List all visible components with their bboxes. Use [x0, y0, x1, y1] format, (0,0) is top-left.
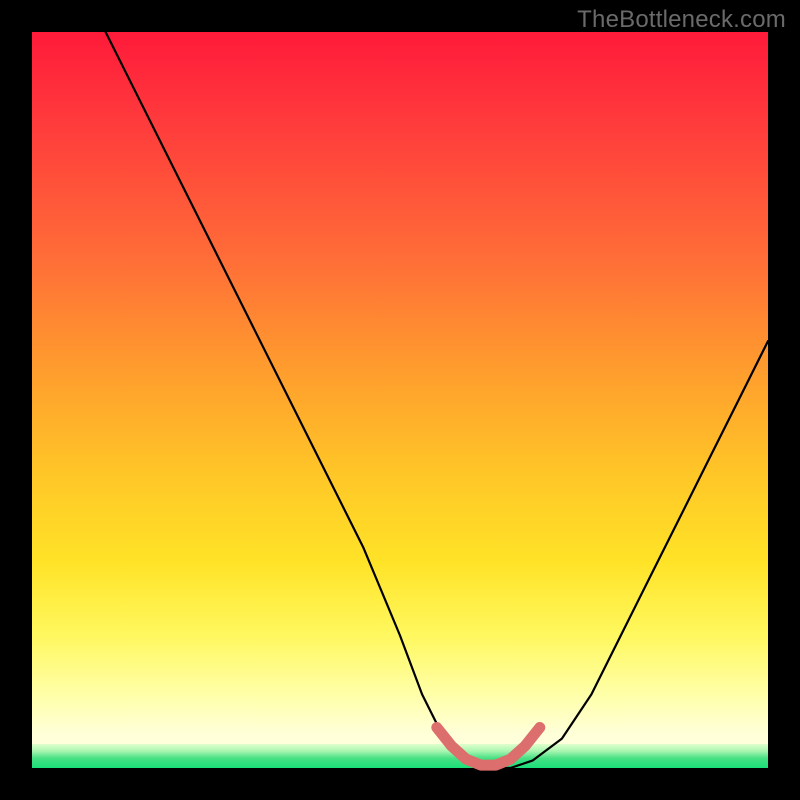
chart-frame: TheBottleneck.com — [0, 0, 800, 800]
plot-area — [32, 32, 768, 768]
bottleneck-curve-path — [106, 32, 768, 768]
bottleneck-chart-svg — [32, 32, 768, 768]
optimal-range-marker-path — [437, 728, 540, 766]
watermark-text: TheBottleneck.com — [577, 6, 786, 34]
